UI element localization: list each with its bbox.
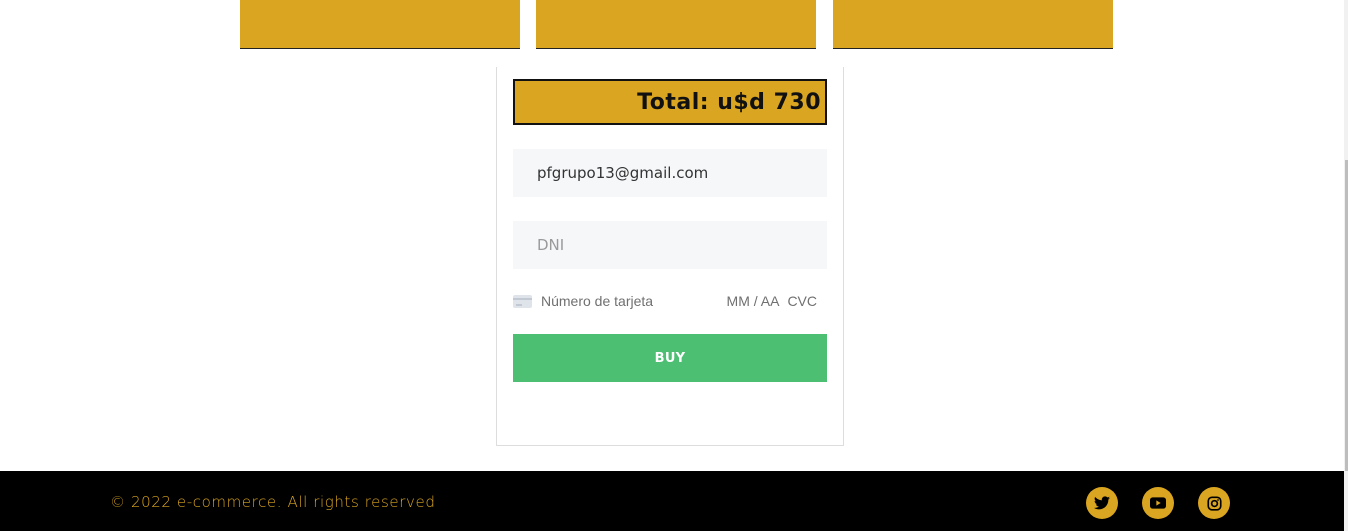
card-cvc-input[interactable]: CVC (787, 293, 817, 309)
credit-card-icon (513, 294, 532, 308)
twitter-link[interactable] (1086, 487, 1118, 519)
card-expiry-input[interactable]: MM / AA (727, 293, 780, 309)
product-card (240, 0, 520, 49)
twitter-icon (1094, 496, 1110, 510)
dni-field[interactable] (513, 221, 827, 269)
card-number-input[interactable]: Número de tarjeta (541, 293, 727, 309)
email-field[interactable] (513, 149, 827, 197)
total-amount: Total: u$d 730 (637, 89, 821, 115)
product-card (833, 0, 1113, 49)
youtube-link[interactable] (1142, 487, 1174, 519)
youtube-icon (1150, 497, 1166, 509)
instagram-link[interactable] (1198, 487, 1230, 519)
total-box: Total: u$d 730 (513, 79, 827, 125)
instagram-icon (1206, 495, 1222, 511)
buy-button[interactable]: BUY (513, 334, 827, 382)
card-element[interactable]: Número de tarjeta MM / AA CVC (513, 290, 827, 312)
copyright-text: © 2022 e-commerce. All rights reserved (110, 493, 436, 511)
footer: © 2022 e-commerce. All rights reserved (0, 471, 1344, 531)
product-card (536, 0, 816, 49)
